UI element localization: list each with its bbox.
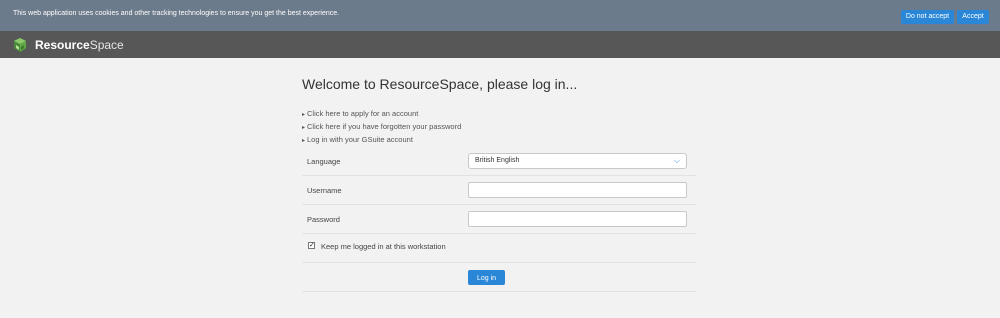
cookie-message: This web application uses cookies and ot… — [13, 10, 340, 17]
logo-bold: Resource — [35, 38, 90, 52]
logo-light: Space — [89, 38, 124, 52]
keep-logged-in-row: ✓ Keep me logged in at this workstation — [302, 234, 696, 263]
language-label: Language — [307, 157, 341, 166]
password-label: Password — [307, 215, 340, 224]
login-button[interactable]: Log in — [468, 270, 505, 285]
apply-account-link[interactable]: ▸ Click here to apply for an account — [302, 108, 461, 121]
account-links: ▸ Click here to apply for an account ▸ Cli… — [302, 108, 461, 147]
link-label: Log in with your GSuite account — [307, 135, 413, 144]
username-input[interactable] — [468, 182, 687, 198]
language-value: British English — [475, 157, 520, 164]
caret-right-icon: ▸ — [302, 138, 306, 144]
login-panel: Welcome to ResourceSpace, please log in.… — [0, 58, 1000, 318]
language-select[interactable]: British English ⌵ — [468, 153, 687, 169]
username-row: Username — [302, 176, 696, 205]
accept-button[interactable]: Accept — [957, 10, 989, 24]
gsuite-login-link[interactable]: ▸ Log in with your GSuite account — [302, 134, 461, 147]
caret-right-icon: ▸ — [302, 112, 306, 118]
keep-logged-in-checkbox[interactable]: ✓ — [308, 242, 315, 249]
app-header: ResourceSpace — [0, 31, 1000, 58]
login-button-row: Log in — [302, 263, 696, 292]
forgot-password-link[interactable]: ▸ Click here if you have forgotten your p… — [302, 121, 461, 134]
caret-right-icon: ▸ — [302, 125, 306, 131]
keep-logged-in-label[interactable]: Keep me logged in at this workstation — [321, 242, 446, 251]
link-label: Click here if you have forgotten your pa… — [307, 122, 462, 131]
page-title: Welcome to ResourceSpace, please log in.… — [302, 76, 578, 92]
password-input[interactable] — [468, 211, 687, 227]
username-label: Username — [307, 186, 342, 195]
logo-text[interactable]: ResourceSpace — [35, 38, 124, 52]
chevron-down-icon: ⌵ — [673, 156, 680, 165]
cookie-banner: This web application uses cookies and ot… — [0, 0, 1000, 31]
resourcespace-cube-icon[interactable] — [12, 37, 28, 53]
link-label: Click here to apply for an account — [307, 109, 419, 118]
password-row: Password — [302, 205, 696, 234]
do-not-accept-button[interactable]: Do not accept — [901, 10, 954, 24]
language-row: Language British English ⌵ — [302, 147, 696, 176]
